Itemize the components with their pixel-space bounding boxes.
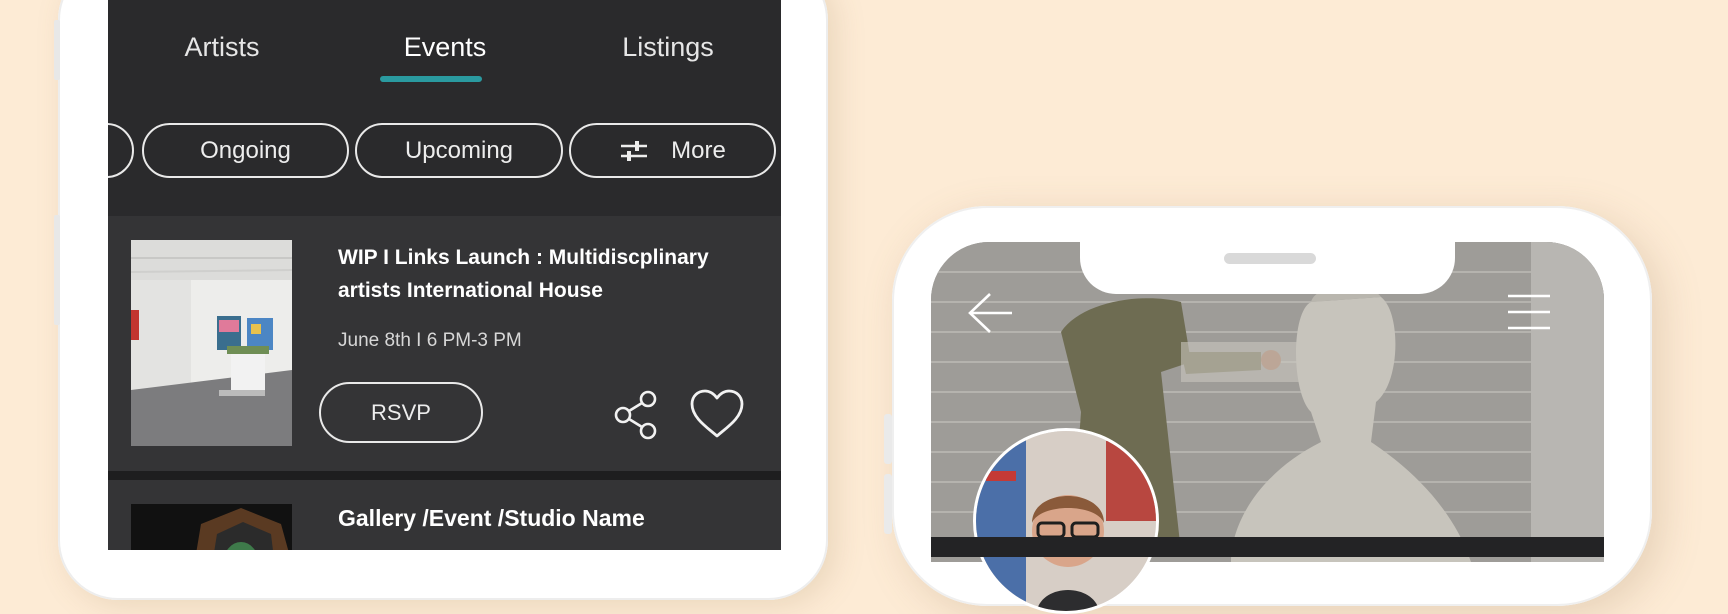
rsvp-button[interactable]: RSVP — [319, 382, 483, 443]
active-tab-indicator — [380, 76, 482, 82]
tab-events[interactable]: Events — [404, 32, 487, 63]
share-icon[interactable] — [613, 389, 659, 441]
event-thumbnail — [131, 504, 292, 550]
filter-ongoing[interactable]: Ongoing — [142, 123, 349, 178]
avatar[interactable] — [973, 428, 1159, 614]
filter-upcoming[interactable]: Upcoming — [355, 123, 563, 178]
event-card[interactable]: Gallery /Event /Studio Name — [108, 480, 781, 550]
phone-side-button — [54, 20, 60, 80]
filter-more[interactable]: More — [569, 123, 776, 178]
profile-panel — [931, 537, 1604, 557]
heart-icon[interactable] — [688, 388, 746, 440]
phone-speaker — [1224, 253, 1316, 264]
phone-side-button — [54, 215, 60, 325]
event-date: June 8th I 6 PM-3 PM — [338, 330, 522, 351]
tab-artists[interactable]: Artists — [184, 32, 259, 63]
tab-bar: Artists Events Listings — [108, 0, 781, 100]
filter-ongoing-label: Ongoing — [200, 136, 291, 164]
rsvp-label: RSVP — [371, 399, 431, 425]
filter-upcoming-label: Upcoming — [404, 136, 514, 164]
event-title[interactable]: Gallery /Event /Studio Name — [338, 502, 758, 535]
phone-side-button — [884, 414, 892, 464]
filter-more-label: More — [671, 136, 726, 164]
event-card[interactable]: WIP I Links Launch : Multidiscplinary ar… — [108, 216, 781, 471]
phone-notch — [1080, 238, 1455, 294]
hamburger-menu-icon[interactable] — [1506, 292, 1552, 332]
arrow-left-icon[interactable] — [966, 290, 1016, 336]
events-screen: Artists Events Listings Ongoing Upcoming… — [108, 0, 781, 550]
filter-chip-partial[interactable] — [108, 123, 134, 178]
event-title[interactable]: WIP I Links Launch : Multidiscplinary ar… — [338, 241, 758, 307]
event-thumbnail — [131, 240, 292, 446]
phone-side-button — [884, 474, 892, 534]
tab-listings[interactable]: Listings — [622, 32, 714, 63]
sliders-icon — [619, 140, 649, 162]
